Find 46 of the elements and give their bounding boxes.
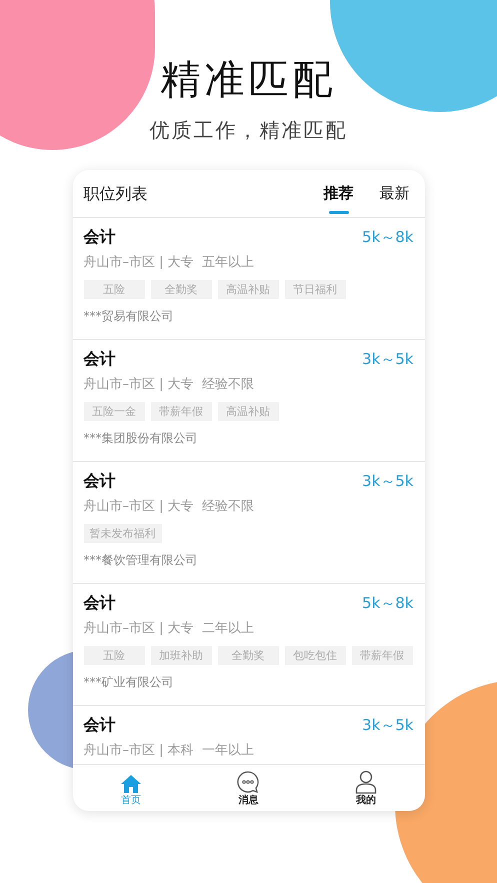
chat-bubble-icon xyxy=(236,770,260,794)
job-title: 会计 xyxy=(84,470,116,492)
benefit-tag: 带薪年假 xyxy=(352,646,412,665)
company-name: ***餐饮管理有限公司 xyxy=(84,552,198,569)
job-details: 舟山市–市区 | 大专 五年以上 xyxy=(84,254,255,272)
job-title: 会计 xyxy=(84,226,116,248)
benefit-tag: 全勤奖 xyxy=(150,280,212,299)
benefit-tag: 五险 xyxy=(84,646,144,665)
job-title: 会计 xyxy=(84,592,116,614)
salary: 5k～8k xyxy=(362,592,414,614)
benefit-tag: 加班补助 xyxy=(150,646,212,665)
company-name: ***集团股份有限公司 xyxy=(84,430,198,447)
job-card[interactable]: 会计 5k～8k 舟山市–市区 | 大专 五年以上 五险 全勤奖 高温补贴 节日福利 ***贸易有限公司 xyxy=(72,218,424,340)
job-details: 舟山市–市区 | 大专 二年以上 xyxy=(84,620,255,638)
job-details: 舟山市–市区 | 本科 一年以上 xyxy=(84,742,255,760)
benefit-tag: 带薪年假 xyxy=(150,402,212,421)
benefit-tag: 包吃包住 xyxy=(284,646,346,665)
job-card[interactable]: 会计 5k～8k 舟山市–市区 | 大专 二年以上 五险 加班补助 全勤奖 包吃包住 带薪年假 ***矿业有限公司 xyxy=(72,584,424,706)
job-card[interactable]: 会计 3k～5k 舟山市–市区 | 大专 经验不限 五险一金 带薪年假 高温补贴 ***集团股份有限公司 xyxy=(72,340,424,462)
benefit-tag: 节日福利 xyxy=(284,280,346,299)
headline: 精准匹配 xyxy=(160,56,336,105)
job-title: 会计 xyxy=(84,714,116,736)
salary: 5k～8k xyxy=(362,226,414,248)
nav-tab[interactable]: 我的 xyxy=(307,765,424,811)
salary: 3k～5k xyxy=(362,348,414,370)
subtitle: 优质工作，精准匹配 xyxy=(150,117,348,144)
salary: 3k～5k xyxy=(362,470,414,492)
job-details: 舟山市–市区 | 大专 经验不限 xyxy=(84,376,255,394)
page-title: 职位列表 xyxy=(84,182,148,204)
tab[interactable]: 最新 xyxy=(376,170,414,217)
tab[interactable]: 推荐 xyxy=(320,170,358,217)
benefit-tag: 高温补贴 xyxy=(218,280,278,299)
benefit-tag: 五险一金 xyxy=(84,402,144,421)
salary: 3k～5k xyxy=(362,714,414,736)
benefit-tag: 五险 xyxy=(84,280,144,299)
company-name: ***矿业有限公司 xyxy=(84,674,174,691)
benefit-tag: 高温补贴 xyxy=(218,402,278,421)
job-title: 会计 xyxy=(84,348,116,370)
nav-tab[interactable]: 消息 xyxy=(190,765,308,811)
home-icon xyxy=(120,774,142,794)
benefit-tag: 暂未发布福利 xyxy=(84,524,162,543)
job-card[interactable]: 会计 3k～5k 舟山市–市区 | 大专 经验不限 暂未发布福利 ***餐饮管理有限公司 xyxy=(72,462,424,584)
benefit-tag: 全勤奖 xyxy=(218,646,278,665)
company-name: ***贸易有限公司 xyxy=(84,308,174,325)
job-details: 舟山市–市区 | 大专 经验不限 xyxy=(84,498,255,516)
person-icon xyxy=(354,770,377,794)
